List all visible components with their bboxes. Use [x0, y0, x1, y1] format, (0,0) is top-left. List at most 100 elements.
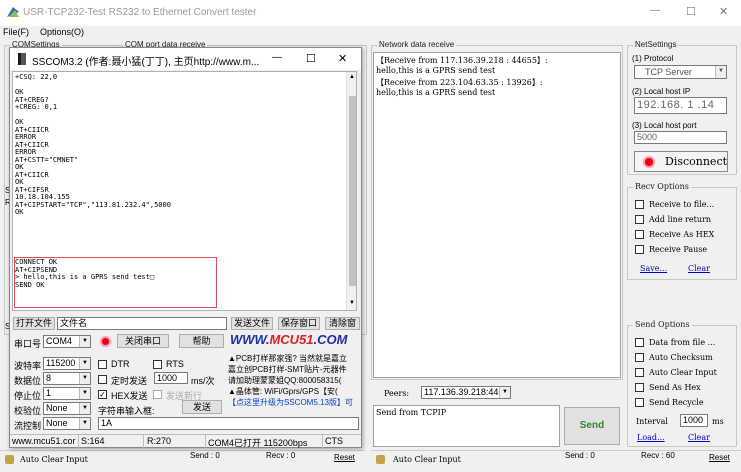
- net-receive-line: 【Receive from 117.136.39.218 : 44655】:: [376, 56, 548, 65]
- sscom-status-port: COM4已打开 115200bps: [208, 438, 308, 448]
- interval-field[interactable]: 1000: [680, 414, 708, 427]
- timed-send-checkbox[interactable]: [98, 375, 107, 384]
- auto-checksum-checkbox[interactable]: [635, 353, 644, 362]
- sscom-titlebar: SSCOM3.2 (作者:聂小猛(丁丁), 主页http://www.m... …: [10, 48, 361, 70]
- clear-window-button[interactable]: 清除窗: [325, 317, 360, 330]
- net-receive-line: hello,this is a GPRS send test: [376, 66, 496, 75]
- host-ip-field[interactable]: 192.168. 1 .14: [634, 97, 727, 114]
- auto-checksum-label: Auto Checksum: [649, 353, 713, 362]
- send-recycle-checkbox[interactable]: [635, 398, 644, 407]
- stop-bits-label: 停止位: [14, 391, 42, 401]
- terminal-line: AT+CIICR: [15, 170, 49, 179]
- data-from-file-checkbox[interactable]: [635, 338, 644, 347]
- scroll-thumb[interactable]: [349, 96, 356, 286]
- data-bits-select[interactable]: 8 ▼: [43, 372, 91, 385]
- recv-clear-link[interactable]: Clear: [688, 264, 710, 273]
- receive-to-file-checkbox[interactable]: [635, 200, 644, 209]
- sscom-maximize-button[interactable]: ☐: [306, 52, 316, 65]
- ad-line: 嘉立创PCB打样-SMT贴片-元器件: [228, 365, 347, 374]
- close-port-button[interactable]: 关闭串口: [117, 334, 169, 348]
- send-file-button[interactable]: 发送文件: [231, 317, 273, 330]
- data-from-file-label: Data from file ...: [649, 338, 716, 347]
- sscom-close-button[interactable]: ✕: [338, 52, 347, 65]
- port-select[interactable]: COM4 ▼: [43, 335, 91, 348]
- recv-save-link[interactable]: Save...: [640, 264, 667, 273]
- menu-bar: File(F) Options(O): [0, 26, 741, 39]
- disconnect-button[interactable]: Disconnect: [634, 151, 728, 172]
- receive-as-hex-checkbox[interactable]: [635, 230, 644, 239]
- reset-left-link[interactable]: Reset: [334, 453, 355, 462]
- send-clear-link[interactable]: Clear: [688, 433, 710, 442]
- stop-bits-select[interactable]: 1 ▼: [43, 387, 91, 400]
- protocol-select[interactable]: TCP Server ▼: [634, 65, 727, 79]
- save-window-button[interactable]: 保存窗口: [278, 317, 320, 330]
- auto-clear-right: Auto Clear Input: [393, 455, 461, 464]
- parity-select[interactable]: None ▼: [43, 402, 91, 415]
- ad-panel[interactable]: ▲PCB打样那家强? 当然就是嘉立 嘉立创PCB打样-SMT贴片-元器件 请加助…: [228, 353, 359, 415]
- terminal-line: SEND OK: [15, 280, 45, 289]
- sscom-status-site[interactable]: www.mcu51.cor: [12, 436, 76, 446]
- sscom-terminal[interactable]: +CSQ: 22,0 OK AT+CREG? +CREG: 0,1 OK AT+CII…: [12, 71, 357, 311]
- data-bits-label: 数据位: [14, 376, 42, 386]
- maximize-button[interactable]: ☐: [686, 5, 696, 18]
- send-load-link[interactable]: Load...: [637, 433, 665, 442]
- hex-send-checkbox[interactable]: ✓: [98, 390, 107, 399]
- timed-interval-field[interactable]: 1000: [154, 372, 188, 384]
- help-button[interactable]: 帮助: [179, 334, 224, 348]
- send-recycle-label: Send Recycle: [649, 398, 704, 407]
- sscom-minimize-button[interactable]: —: [272, 52, 282, 63]
- chevron-down-icon: ▼: [79, 418, 90, 429]
- net-settings-legend: NetSettings: [633, 40, 679, 50]
- timed-interval-unit: ms/次: [191, 376, 215, 386]
- app-logo-icon: [6, 6, 20, 18]
- ad-upgrade-link[interactable]: 【点这里升级为SSCOM5.13版】可: [228, 397, 353, 408]
- send-count-right: Send : 0: [565, 451, 595, 460]
- auto-clear-input-checkbox[interactable]: [635, 368, 644, 377]
- send-button[interactable]: Send: [564, 407, 620, 445]
- terminal-scrollbar[interactable]: ▲ ▼: [346, 72, 356, 310]
- flow-select[interactable]: None ▼: [43, 417, 91, 430]
- send-text: Send from TCPIP: [376, 408, 447, 417]
- interval-label: Interval: [636, 417, 668, 426]
- sscom-send-button[interactable]: 发送: [182, 400, 222, 414]
- dtr-checkbox[interactable]: [98, 360, 107, 369]
- open-file-button[interactable]: 打开文件: [13, 317, 55, 330]
- menu-file[interactable]: File(F): [3, 27, 29, 37]
- brand-www: WWW.: [230, 332, 270, 347]
- menu-options[interactable]: Options(O): [40, 27, 84, 37]
- reset-right-link[interactable]: Reset: [709, 453, 730, 462]
- send-as-hex-checkbox[interactable]: [635, 383, 644, 392]
- string-input-field[interactable]: 1A: [98, 417, 359, 430]
- status-divider: [143, 435, 144, 448]
- terminal-line: OK: [15, 208, 24, 216]
- file-name-field[interactable]: 文件名: [57, 317, 227, 330]
- send-input[interactable]: Send from TCPIP: [373, 405, 560, 447]
- send-options-legend: Send Options: [633, 320, 692, 330]
- hex-send-label: HEX发送: [111, 391, 148, 401]
- chevron-down-icon: ▼: [79, 373, 90, 384]
- chevron-down-icon: ▼: [79, 403, 90, 414]
- disconnect-icon: [643, 156, 655, 168]
- host-port-field[interactable]: 5000: [634, 131, 727, 144]
- add-line-return-label: Add line return: [649, 215, 712, 224]
- add-line-return-checkbox[interactable]: [635, 215, 644, 224]
- sscom-title: SSCOM3.2 (作者:聂小猛(丁丁), 主页http://www.m...: [32, 57, 260, 68]
- port-status-icon: [100, 336, 111, 347]
- window-title: USR-TCP232-Test RS232 to Ethernet Conver…: [23, 7, 257, 18]
- receive-to-file-label: Receive to file...: [649, 200, 715, 209]
- close-button[interactable]: ✕: [719, 5, 728, 18]
- sscom-app-icon: [18, 53, 26, 65]
- net-receive-area[interactable]: 【Receive from 117.136.39.218 : 44655】: h…: [373, 52, 621, 378]
- terminal-line: AT+CIPSTART="TCP","113.81.232.4",5000: [15, 200, 171, 209]
- scroll-down-icon[interactable]: ▼: [349, 300, 355, 306]
- rts-checkbox[interactable]: [153, 360, 162, 369]
- baud-select[interactable]: 115200 ▼: [43, 357, 91, 370]
- scroll-up-icon[interactable]: ▲: [349, 74, 355, 80]
- receive-pause-checkbox[interactable]: [635, 245, 644, 254]
- minimize-button[interactable]: —: [650, 5, 660, 16]
- peers-select[interactable]: 117.136.39.218:446 ▼: [421, 386, 511, 399]
- send-newline-checkbox[interactable]: [153, 390, 162, 399]
- sscom-status-bar: www.mcu51.cor S:164 R:270 COM4已打开 115200…: [10, 434, 361, 448]
- net-receive-line: 【Receive from 223.104.63.35 : 13926】:: [376, 78, 543, 87]
